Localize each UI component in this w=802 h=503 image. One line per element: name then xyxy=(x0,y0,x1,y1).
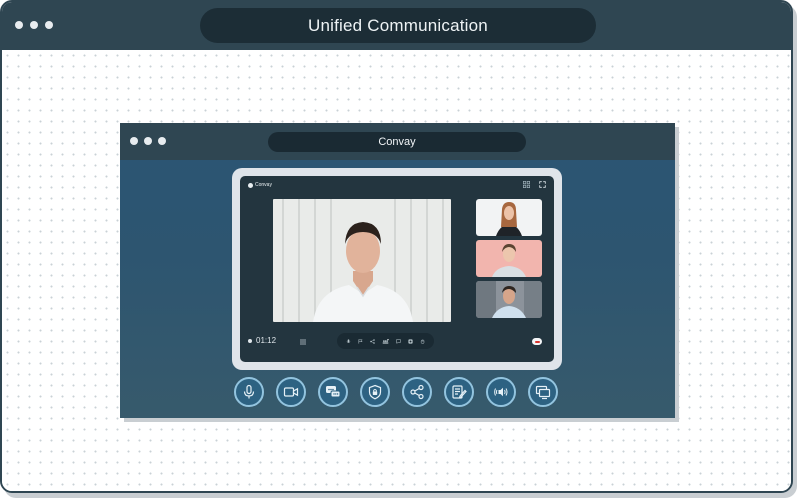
hangup-button[interactable] xyxy=(532,338,542,345)
chat-icon[interactable] xyxy=(396,338,401,344)
recording-dot-icon xyxy=(248,338,252,343)
fullscreen-icon[interactable] xyxy=(539,181,546,188)
call-timer-text: 01:12 xyxy=(256,336,277,345)
notes-button[interactable] xyxy=(444,377,474,407)
microphone-icon xyxy=(243,384,255,399)
share-icon xyxy=(410,384,424,400)
microphone-button[interactable] xyxy=(234,377,264,407)
participant-thumbnail[interactable] xyxy=(476,240,542,277)
feature-toolbar xyxy=(234,377,564,409)
share-button[interactable] xyxy=(402,377,432,407)
audio-speaker-icon xyxy=(494,387,508,397)
brand-name: Convay xyxy=(255,182,272,188)
hangup-icon xyxy=(534,340,540,343)
video-button[interactable] xyxy=(276,377,306,407)
window-dot-maximize[interactable] xyxy=(45,21,53,29)
outer-title-bar: Unified Communication xyxy=(2,2,791,50)
screen-share-icon xyxy=(535,385,551,400)
main-speaker-video[interactable] xyxy=(273,199,451,322)
video-camera-icon xyxy=(283,387,299,397)
flag-icon[interactable] xyxy=(358,338,363,344)
security-button[interactable] xyxy=(360,377,390,407)
inner-title-bar: Convay xyxy=(120,123,675,160)
grid-view-icon[interactable] xyxy=(523,181,530,188)
record-icon[interactable] xyxy=(408,338,413,344)
tablet-device: Convay 01:12 xyxy=(232,168,562,370)
inner-window-controls xyxy=(130,137,166,145)
inner-dot-close[interactable] xyxy=(130,137,138,145)
participant-thumbnail[interactable] xyxy=(476,281,542,318)
screen-share-button[interactable] xyxy=(528,377,558,407)
call-timer: 01:12 xyxy=(248,336,276,345)
inner-window: Convay Convay 01:12 xyxy=(120,123,675,418)
inner-dot-minimize[interactable] xyxy=(144,137,152,145)
menu-icon[interactable] xyxy=(300,339,306,345)
chat-bubbles-icon xyxy=(326,386,341,398)
call-controls xyxy=(337,333,434,349)
meeting-brand: Convay xyxy=(248,182,272,188)
inner-window-title: Convay xyxy=(268,132,526,152)
chat-button[interactable] xyxy=(318,377,348,407)
outer-window: Unified Communication Convay Convay 01:1… xyxy=(0,0,793,493)
raise-hand-icon[interactable] xyxy=(420,339,425,344)
meeting-screen: Convay 01:12 xyxy=(240,176,554,362)
brand-logo-icon xyxy=(248,182,253,188)
participant-thumbnail[interactable] xyxy=(476,199,542,236)
inner-dot-maximize[interactable] xyxy=(158,137,166,145)
shield-lock-icon xyxy=(368,384,382,400)
audio-button[interactable] xyxy=(486,377,516,407)
mic-icon[interactable] xyxy=(346,338,351,344)
screen-view-controls xyxy=(523,181,546,188)
window-dot-minimize[interactable] xyxy=(30,21,38,29)
participants-icon[interactable] xyxy=(382,338,389,344)
notes-edit-icon xyxy=(452,385,467,399)
window-dot-close[interactable] xyxy=(15,21,23,29)
window-controls xyxy=(15,21,53,29)
share-icon[interactable] xyxy=(370,338,375,344)
outer-window-title: Unified Communication xyxy=(200,8,596,43)
